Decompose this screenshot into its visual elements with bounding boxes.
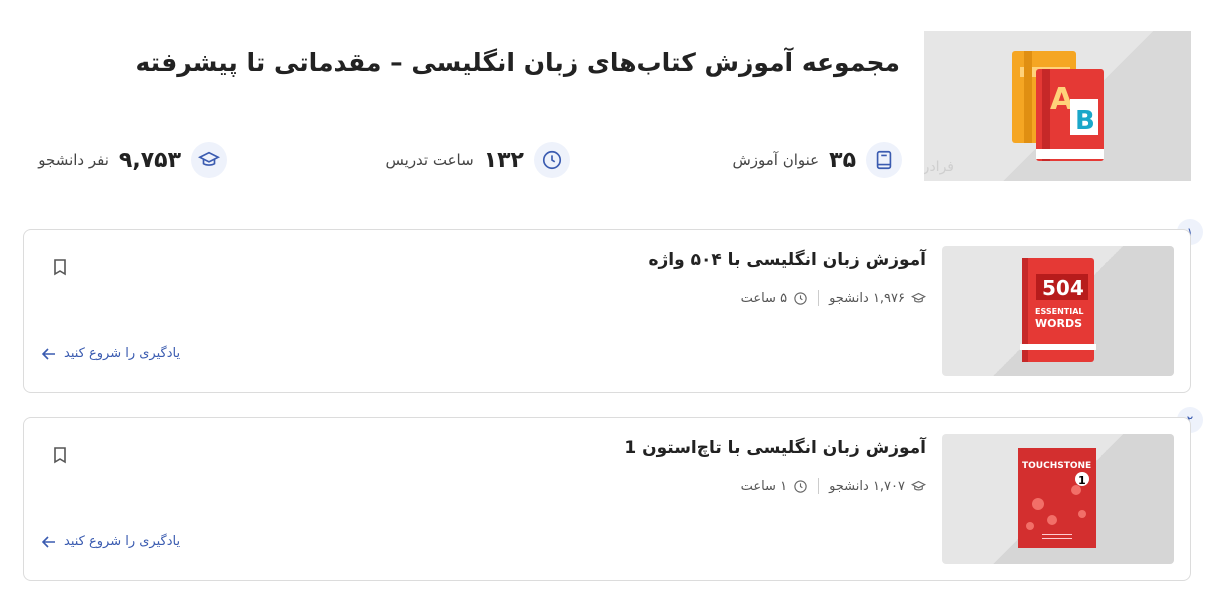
- stat-hours-label: ساعت تدریس: [385, 151, 474, 169]
- svg-text:1: 1: [1078, 474, 1086, 487]
- bookmark-icon[interactable]: [52, 446, 68, 464]
- book-icon: [866, 142, 902, 178]
- course-duration: ۵ ساعت: [740, 290, 788, 306]
- svg-text:504: 504: [1042, 276, 1084, 300]
- meta-divider: [818, 290, 820, 306]
- arrow-left-icon: [42, 535, 55, 548]
- course-thumbnail[interactable]: 1 TOUCHSTONE: [942, 434, 1174, 564]
- graduation-cap-icon: [911, 480, 926, 490]
- course-card[interactable]: 1 TOUCHSTONE آموزش زبان انگلیسی با تاچ‌ا…: [23, 417, 1191, 581]
- stat-students-value: ۹,۷۵۳: [118, 147, 181, 173]
- book-504-cover: 504 ESSENTIAL WORDS: [1020, 258, 1096, 362]
- svg-text:B: B: [1075, 106, 1095, 136]
- stat-students-label: نفر دانشجو: [38, 151, 109, 169]
- bookmark-icon[interactable]: [52, 258, 68, 276]
- svg-text:ESSENTIAL: ESSENTIAL: [1035, 307, 1084, 316]
- stat-topics: ۳۵ عنوان آموزش: [732, 140, 902, 180]
- start-learning-link[interactable]: یادگیری را شروع کنید: [42, 534, 180, 549]
- stat-topics-value: ۳۵: [829, 147, 856, 173]
- book-touchstone-cover: 1 TOUCHSTONE: [1018, 448, 1096, 548]
- course-students: ۱,۹۷۶ دانشجو: [829, 290, 905, 306]
- graduation-cap-icon: [191, 142, 227, 178]
- course-thumbnail[interactable]: 504 ESSENTIAL WORDS: [942, 246, 1174, 376]
- svg-text:TOUCHSTONE: TOUCHSTONE: [1022, 461, 1091, 471]
- stats-bar: ۳۵ عنوان آموزش ۱۳۲ ساعت تدریس ۹,۷۵۳ نفر …: [20, 140, 910, 180]
- page-title: مجموعه آموزش کتاب‌های زبان انگلیسی – مقد…: [135, 48, 901, 77]
- svg-text:WORDS: WORDS: [1035, 317, 1082, 330]
- collection-cover-image: A B فرادرس: [924, 31, 1191, 181]
- books-illustration: A B فرادرس: [924, 51, 1104, 175]
- start-learning-label[interactable]: یادگیری را شروع کنید: [64, 534, 180, 549]
- course-title[interactable]: آموزش زبان انگلیسی با ۵۰۴ واژه: [648, 250, 926, 270]
- svg-text:فرادرس: فرادرس: [924, 159, 954, 175]
- clock-icon: [534, 142, 570, 178]
- start-learning-label[interactable]: یادگیری را شروع کنید: [64, 346, 180, 361]
- course-duration: ۱ ساعت: [740, 478, 788, 494]
- stat-students: ۹,۷۵۳ نفر دانشجو: [38, 140, 227, 180]
- stat-hours-value: ۱۳۲: [483, 147, 524, 173]
- meta-divider: [818, 478, 820, 494]
- graduation-cap-icon: [911, 292, 926, 302]
- arrow-left-icon: [42, 347, 55, 360]
- course-students: ۱,۷۰۷ دانشجو: [829, 478, 905, 494]
- clock-icon: [794, 291, 807, 305]
- course-card[interactable]: 504 ESSENTIAL WORDS آموزش زبان انگلیسی ب…: [23, 229, 1191, 393]
- course-title[interactable]: آموزش زبان انگلیسی با تاچ‌استون 1: [624, 438, 926, 458]
- stat-topics-label: عنوان آموزش: [732, 151, 820, 169]
- course-meta: ۱,۷۰۷ دانشجو ۱ ساعت: [741, 478, 926, 494]
- stat-hours: ۱۳۲ ساعت تدریس: [386, 140, 570, 180]
- start-learning-link[interactable]: یادگیری را شروع کنید: [42, 346, 180, 361]
- course-meta: ۱,۹۷۶ دانشجو ۵ ساعت: [741, 290, 926, 306]
- clock-icon: [794, 479, 807, 493]
